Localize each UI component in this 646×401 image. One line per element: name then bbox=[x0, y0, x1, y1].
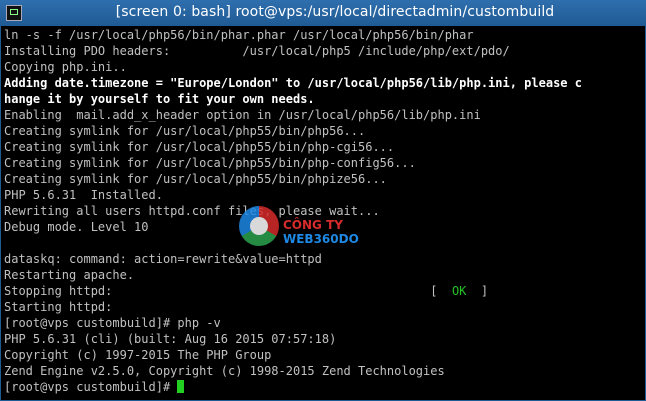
watermark-text: CÔNG TY WEB360DO bbox=[283, 218, 419, 246]
terminal-line: Adding date.timezone = "Europe/London" t… bbox=[4, 76, 582, 90]
terminal-line: Copyright (c) 1997-2015 The PHP Group bbox=[4, 348, 272, 362]
terminal-line: Installing PDO headers: /usr/local/php5 … bbox=[4, 44, 510, 58]
terminal-line: Restarting apache. bbox=[4, 268, 135, 282]
status-bracket: ] bbox=[466, 284, 489, 298]
terminal-line: Creating symlink for /usr/local/php55/bi… bbox=[4, 140, 395, 154]
terminal-line: Zend Engine v2.5.0, Copyright (c) 1998-2… bbox=[4, 364, 445, 378]
watermark-text-b: WEB360DO bbox=[283, 232, 359, 246]
terminal-line: Creating symlink for /usr/local/php55/bi… bbox=[4, 172, 387, 186]
terminal-line: Starting httpd: bbox=[4, 300, 113, 314]
terminal-line: ln -s -f /usr/local/php56/bin/phar.phar … bbox=[4, 28, 474, 42]
terminal-line: PHP 5.6.31 Installed. bbox=[4, 188, 163, 202]
logo-icon bbox=[239, 206, 279, 246]
terminal-output[interactable]: ln -s -f /usr/local/php56/bin/phar.phar … bbox=[1, 26, 645, 400]
terminal-status-line: Stopping httpd: [ OK ] bbox=[4, 283, 488, 299]
terminal-line: Copying php.ini.. bbox=[4, 60, 127, 74]
terminal-line: Enabling mail.add_x_header option in /us… bbox=[4, 108, 481, 122]
terminal-line: PHP 5.6.31 (cli) (built: Aug 16 2015 07:… bbox=[4, 332, 337, 346]
window-title-text: [screen 0: bash] root@vps:/usr/local/dir… bbox=[115, 4, 555, 20]
watermark: CÔNG TY WEB360DO bbox=[239, 206, 419, 252]
window-title: [screen 0: bash] root@vps:/usr/local/dir… bbox=[0, 4, 646, 20]
terminal-window: [screen 0: bash] root@vps:/usr/local/dir… bbox=[0, 0, 646, 401]
terminal-line: Debug mode. Level 10 bbox=[4, 220, 149, 234]
watermark-text-a: CÔNG TY bbox=[283, 218, 343, 232]
shell-prompt[interactable]: [root@vps custombuild]# bbox=[4, 379, 185, 395]
terminal-line: hange it by yourself to fit your own nee… bbox=[4, 92, 315, 106]
ok-status: OK bbox=[451, 284, 467, 298]
title-bar[interactable]: [screen 0: bash] root@vps:/usr/local/dir… bbox=[0, 0, 646, 26]
terminal-line: Creating symlink for /usr/local/php55/bi… bbox=[4, 156, 416, 170]
terminal-line: [root@vps custombuild]# php -v bbox=[4, 316, 221, 330]
prompt-text: [root@vps custombuild]# bbox=[4, 380, 178, 394]
cursor bbox=[177, 380, 185, 393]
terminal-line: Creating symlink for /usr/local/php55/bi… bbox=[4, 124, 366, 138]
stopping-httpd-text: Stopping httpd: [ bbox=[4, 284, 452, 298]
terminal-line: dataskq: command: action=rewrite&value=h… bbox=[4, 252, 322, 266]
